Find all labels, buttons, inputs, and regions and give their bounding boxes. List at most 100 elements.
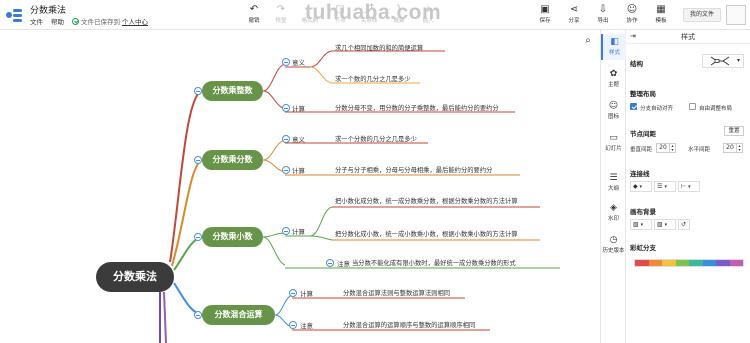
free-layout-checkbox[interactable] — [689, 103, 696, 110]
panel-title: 样式 — [681, 33, 695, 41]
background-color-icon: ▧ — [633, 221, 639, 228]
background-image-dropdown[interactable]: ▨ ▾ — [654, 219, 676, 230]
panel-header: ⇥ 样式 — [626, 30, 750, 44]
mindmap-canvas[interactable]: ⌕ 分数乘法 分数乘整数 意义 求几个相同加数的和的简便运算 求一个数的几分之几… — [0, 30, 600, 343]
app-logo-icon[interactable] — [5, 6, 23, 24]
leaf-node[interactable]: 分数分母不变，用分数的分子乘整数，最后能约分的要约分 — [335, 103, 499, 112]
structure-label: 结构 — [630, 60, 643, 68]
root-node[interactable]: 分数乘法 — [96, 262, 174, 292]
tab-watermark-label: 水印 — [607, 216, 619, 222]
redo-icon: ↷ — [276, 4, 286, 15]
structure-select[interactable]: ▾ — [702, 54, 744, 68]
reset-icon: ↺ — [681, 221, 687, 228]
item-label[interactable]: 意义 — [292, 134, 305, 144]
export-icon: ⇩ — [598, 4, 608, 15]
leaf-node[interactable]: 求几个相同加数的和的简便运算 — [335, 43, 423, 52]
my-files-button[interactable]: 我的文件 — [683, 8, 721, 22]
style-panel: ⇥ 样式 结构 ▾ 整理布局 分支自动对齐 自由调整布局 节点间距 重置 垂直间… — [626, 30, 750, 343]
save-status: 文件已保存到 个人中心 — [72, 16, 148, 26]
leaf-node[interactable]: 把分数化成小数，统一成小数乘小数，根据小数乘小数的方法计算 — [335, 229, 518, 238]
collapse-toggle-icon[interactable] — [282, 104, 290, 112]
collapse-toggle-icon[interactable] — [194, 87, 202, 95]
save-icon: ▣ — [540, 4, 550, 15]
tab-theme-label: 主题 — [607, 82, 619, 88]
leaf-node[interactable]: 分数混合运算的运算顺序与整数的运算顺序相同 — [343, 320, 475, 329]
branch-node-4[interactable]: 分数混合运算 — [202, 305, 275, 325]
save-button[interactable]: ▣ 保存 — [532, 3, 558, 27]
collapse-toggle-icon[interactable] — [289, 321, 297, 329]
tab-slides[interactable]: ▭ 幻灯片 — [601, 130, 626, 156]
item-label[interactable]: 注意 — [337, 258, 350, 268]
personal-center-link[interactable]: 个人中心 — [122, 16, 148, 26]
tab-watermark[interactable]: ◈ 水印 — [601, 200, 626, 226]
tab-icons[interactable]: ☺ 图标 — [601, 98, 626, 124]
collapse-toggle-icon[interactable] — [282, 227, 290, 235]
template-icon: ▦ — [656, 4, 666, 15]
leaf-node[interactable]: 求一个数的几分之几是多少 — [335, 74, 411, 83]
avatar[interactable] — [726, 5, 746, 25]
collapse-toggle-icon[interactable] — [194, 233, 202, 241]
redo-label: 恢复 — [275, 18, 287, 24]
redo-button[interactable]: ↷ 恢复 — [268, 3, 294, 27]
collapse-toggle-icon[interactable] — [194, 156, 202, 164]
template-button[interactable]: ▦ 模板 — [648, 3, 674, 27]
background-reset-button[interactable]: ↺ — [678, 219, 690, 230]
collapse-toggle-icon[interactable] — [289, 289, 297, 297]
leaf-node[interactable]: 分数混合运算法则与整数运算法则相同 — [343, 288, 450, 297]
leaf-node[interactable]: 分子与分子相乘，分母与分母相乘，最后能约分的要约分 — [335, 165, 492, 174]
item-label[interactable]: 意义 — [292, 57, 305, 67]
undo-button[interactable]: ↶ 撤销 — [241, 3, 267, 27]
leaf-node[interactable]: 把小数化成分数，统一成分数乘分数，根据分数乘分数的方法计算 — [335, 196, 518, 205]
template-label: 模板 — [655, 18, 667, 24]
collapse-toggle-icon[interactable] — [326, 259, 334, 267]
collapse-toggle-icon[interactable] — [282, 166, 290, 174]
tab-theme[interactable]: ✿ 主题 — [601, 66, 626, 92]
menu-help[interactable]: 帮助 — [51, 16, 64, 26]
collab-icon: ☺ — [626, 4, 638, 15]
collapse-toggle-icon[interactable] — [194, 311, 202, 319]
branch-node-1[interactable]: 分数乘整数 — [202, 81, 263, 101]
background-color-dropdown[interactable]: ▧ ▾ — [630, 219, 652, 230]
tab-style-label: 样式 — [608, 50, 620, 56]
export-button[interactable]: ⇩ 导出 — [590, 3, 616, 27]
spacing-label: 节点间距 — [630, 130, 656, 138]
watermark-text: tuhuaba.com — [305, 1, 442, 24]
horizontal-spacing-input[interactable]: 20 — [723, 143, 737, 153]
item-label[interactable]: 计算 — [292, 226, 305, 236]
item-label[interactable]: 计算 — [292, 165, 305, 175]
history-icon: ◷ — [609, 235, 618, 245]
reset-spacing-button[interactable]: 重置 — [724, 126, 744, 136]
tab-outline[interactable]: ☰ 大纲 — [601, 170, 626, 196]
canvas-search-icon[interactable]: ⌕ — [581, 34, 595, 48]
tab-style[interactable]: ◧ 样式 — [601, 34, 626, 60]
leaf-node[interactable]: 当分数不能化成有限小数时，最好统一成分数乘分数的形式 — [352, 258, 516, 267]
item-label[interactable]: 计算 — [300, 288, 313, 298]
branch-node-3[interactable]: 分数乘小数 — [202, 227, 263, 247]
leaf-node[interactable]: 求一个分数的几分之几是多少 — [335, 134, 417, 143]
auto-align-checkbox[interactable] — [630, 103, 637, 110]
share-label: 分享 — [568, 18, 580, 24]
tab-history[interactable]: ◷ 历史版本 — [601, 232, 626, 262]
vertical-spinner[interactable]: ▴ ▾ — [670, 143, 676, 153]
collab-button[interactable]: ☺ 协作 — [619, 3, 645, 27]
menu-file[interactable]: 文件 — [30, 16, 43, 26]
export-label: 导出 — [597, 18, 609, 24]
collapse-toggle-icon[interactable] — [282, 135, 290, 143]
vertical-spacing-input[interactable]: 20 — [656, 143, 670, 153]
line-style-dropdown[interactable]: ⊢ ▾ — [678, 181, 700, 192]
item-label[interactable]: 注意 — [300, 320, 313, 330]
line-color-dropdown[interactable]: ◆ ▾ — [630, 181, 652, 192]
collapse-toggle-icon[interactable] — [282, 58, 290, 66]
branch-node-2[interactable]: 分数乘分数 — [202, 150, 263, 170]
auto-align-label: 分支自动对齐 — [640, 106, 674, 112]
line-width-dropdown[interactable]: ☰ ▾ — [654, 181, 676, 192]
connector-label: 连接线 — [630, 170, 650, 178]
free-layout-label: 自由调整布局 — [699, 106, 733, 112]
chevron-down-icon: ▾ — [688, 184, 691, 190]
document-title[interactable]: 分数乘法 — [30, 3, 66, 16]
rainbow-branch-swatch[interactable] — [634, 259, 744, 267]
horizontal-spacing-label: 水平间距 — [688, 147, 711, 153]
share-button[interactable]: ⋖ 分享 — [561, 3, 587, 27]
horizontal-spinner[interactable]: ▴ ▾ — [737, 143, 743, 153]
item-label[interactable]: 计算 — [292, 103, 305, 113]
